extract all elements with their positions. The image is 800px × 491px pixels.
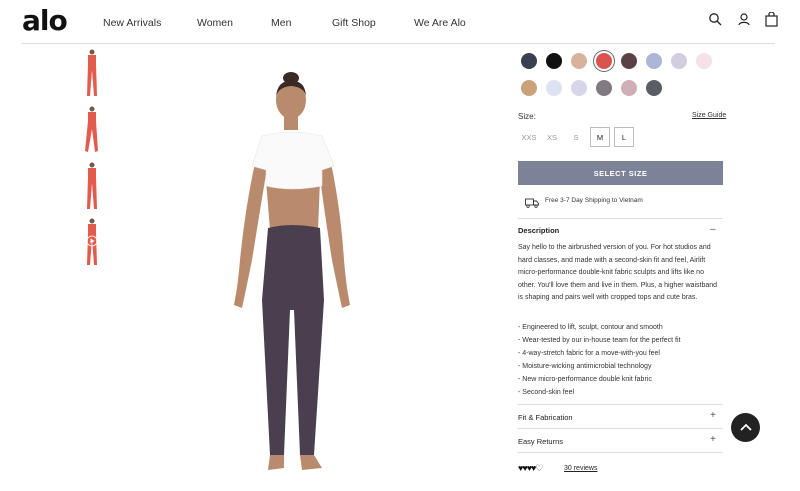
color-swatch[interactable] [596, 80, 612, 96]
divider [518, 404, 723, 405]
color-swatch[interactable] [521, 80, 537, 96]
color-swatch[interactable] [571, 53, 587, 69]
color-swatch[interactable] [521, 53, 537, 69]
product-main-image [218, 70, 368, 490]
search-icon[interactable] [708, 12, 724, 28]
color-swatch-selected[interactable] [596, 53, 612, 69]
size-option-xs[interactable]: XS [542, 127, 562, 147]
list-item: - Moisture-wicking antimicrobial technol… [518, 363, 652, 370]
size-option-l[interactable]: L [614, 127, 634, 147]
description-body: Say hello to the airbrushed version of y… [518, 244, 718, 301]
list-item: - Second-skin feel [518, 389, 575, 396]
shopping-bag-icon[interactable] [765, 11, 781, 28]
color-swatch[interactable] [646, 53, 662, 69]
color-swatch[interactable] [546, 80, 562, 96]
chevron-up-icon [739, 419, 753, 437]
thumbnail-4-video[interactable] [82, 217, 102, 267]
description-heading[interactable]: Description [518, 226, 559, 235]
thumbnail-2[interactable] [82, 105, 102, 155]
color-swatch[interactable] [571, 80, 587, 96]
truck-icon [525, 195, 539, 208]
nav-gift-shop[interactable]: Gift Shop [332, 17, 376, 29]
feature-list: - Engineered to lift, sculpt, contour an… [518, 321, 723, 399]
easy-returns-heading[interactable]: Easy Returns [518, 437, 563, 446]
list-item: - Wear-tested by our in-house team for t… [518, 337, 681, 344]
size-label: Size: [518, 112, 536, 121]
divider [518, 428, 723, 429]
rating-stars: ♥♥♥♥♡ [518, 463, 543, 473]
color-swatch[interactable] [646, 80, 662, 96]
thumbnail-3[interactable] [82, 161, 102, 211]
fit-fabrication-expand-toggle[interactable]: + [710, 410, 716, 421]
nav-women[interactable]: Women [197, 17, 233, 29]
site-header: alo New Arrivals Women Men Gift Shop We … [0, 0, 800, 44]
nav-new-arrivals[interactable]: New Arrivals [103, 17, 161, 29]
header-divider [22, 43, 775, 44]
list-item: - 4-way-stretch fabric for a move-with-y… [518, 350, 660, 357]
divider [518, 452, 723, 453]
color-swatch[interactable] [546, 53, 562, 69]
nav-we-are-alo[interactable]: We Are Alo [414, 17, 466, 29]
list-item: - New micro-performance double knit fabr… [518, 376, 652, 383]
list-item: - Engineered to lift, sculpt, contour an… [518, 324, 663, 331]
thumbnail-1[interactable] [82, 48, 102, 98]
color-swatch[interactable] [671, 53, 687, 69]
select-size-button[interactable]: SELECT SIZE [518, 161, 723, 185]
size-option-xxs[interactable]: XXS [519, 127, 539, 147]
color-swatch[interactable] [621, 53, 637, 69]
easy-returns-expand-toggle[interactable]: + [710, 434, 716, 445]
size-guide-link[interactable]: Size Guide [692, 112, 726, 119]
fit-fabrication-heading[interactable]: Fit & Fabrication [518, 413, 573, 422]
divider [518, 218, 723, 219]
description-collapse-toggle[interactable]: – [710, 224, 716, 235]
size-option-s[interactable]: S [566, 127, 586, 147]
reviews-link[interactable]: 30 reviews [564, 465, 597, 472]
color-swatch[interactable] [621, 80, 637, 96]
brand-logo[interactable]: alo [22, 4, 68, 37]
account-icon[interactable] [737, 12, 753, 28]
size-option-m[interactable]: M [590, 127, 610, 147]
nav-men[interactable]: Men [271, 17, 291, 29]
scroll-to-top-button[interactable] [731, 413, 760, 442]
color-swatch[interactable] [696, 53, 712, 69]
shipping-info: Free 3-7 Day Shipping to Vietnam [545, 197, 643, 204]
